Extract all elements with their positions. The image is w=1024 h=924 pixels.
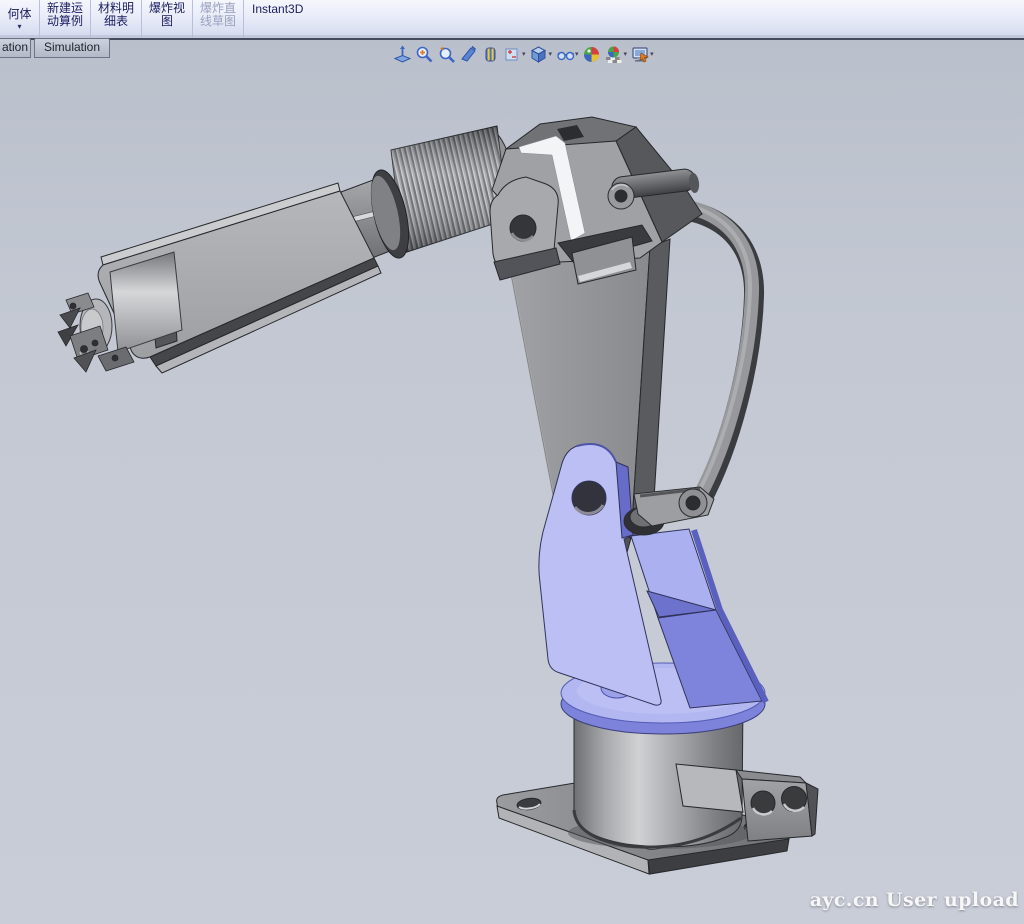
tab-label: ation [2, 40, 28, 54]
apply-scene-button[interactable] [603, 43, 625, 65]
previous-view-button[interactable] [435, 43, 457, 65]
robot-forearm[interactable] [80, 183, 381, 373]
command-button-instant3d[interactable]: Instant3D [244, 0, 326, 38]
display-style-icon [529, 45, 548, 64]
zoom-to-area-button[interactable] [413, 43, 435, 65]
display-style-button[interactable] [528, 43, 550, 65]
robot-connecting-link[interactable] [624, 487, 714, 535]
hook-eye [608, 183, 634, 209]
view-orientation-icon [503, 45, 522, 64]
previous-view-icon [437, 45, 456, 64]
hide-show-items-icon [556, 45, 575, 64]
robot-elbow-bracket[interactable] [490, 177, 560, 280]
tab-animation-clipped[interactable]: ation [0, 38, 31, 58]
commandmanager-tab-row: ation Simulation [0, 38, 113, 58]
zoom-to-fit-icon [393, 45, 412, 64]
command-button-geometry[interactable]: 何体 ▾ [0, 0, 40, 38]
command-button-label: 线草图 [200, 15, 236, 28]
section-view-icon [459, 45, 478, 64]
apply-scene-icon [604, 45, 623, 64]
command-button-bill-of-materials[interactable]: 材料明 细表 [91, 0, 142, 38]
chevron-down-icon[interactable]: ▾ [549, 50, 553, 58]
command-button-label: 动算例 [47, 15, 83, 28]
3d-drawing-view-button[interactable] [479, 43, 501, 65]
chevron-down-icon[interactable]: ▾ [624, 50, 628, 58]
zoom-to-area-icon [415, 45, 434, 64]
viewport-3d[interactable] [0, 0, 1024, 924]
tab-simulation[interactable]: Simulation [34, 38, 110, 58]
command-button-label: 图 [161, 15, 173, 28]
command-button-new-motion-study[interactable]: 新建运 动算例 [40, 0, 91, 38]
command-button-label: 何体 [7, 8, 31, 21]
chevron-down-icon[interactable]: ▾ [575, 50, 579, 58]
3d-drawing-view-icon [481, 45, 500, 64]
headsup-view-toolbar: ▾ ▾ ▾ [391, 43, 656, 65]
zoom-to-fit-button[interactable] [391, 43, 413, 65]
command-button-label: Instant3D [252, 3, 303, 16]
command-bar: 何体 ▾ 新建运 动算例 材料明 细表 爆炸视 图 爆炸直 线草图 Instan… [0, 0, 1024, 40]
chevron-down-icon[interactable]: ▾ [650, 50, 654, 58]
view-settings-button[interactable] [629, 43, 651, 65]
section-view-button[interactable] [457, 43, 479, 65]
tab-label: Simulation [44, 40, 100, 54]
chevron-down-icon[interactable]: ▾ [17, 22, 21, 31]
edit-appearance-button[interactable] [581, 43, 603, 65]
edit-appearance-icon [582, 45, 601, 64]
command-button-explode-line-sketch: 爆炸直 线草图 [193, 0, 244, 38]
view-settings-icon [631, 45, 650, 64]
command-button-exploded-view[interactable]: 爆炸视 图 [142, 0, 193, 38]
application-window: 何体 ▾ 新建运 动算例 材料明 细表 爆炸视 图 爆炸直 线草图 Instan… [0, 0, 1024, 924]
hide-show-items-button[interactable] [554, 43, 576, 65]
watermark-text: ayc.cn User upload [810, 889, 1019, 911]
command-button-label: 细表 [104, 15, 128, 28]
chevron-down-icon[interactable]: ▾ [522, 50, 526, 58]
view-orientation-button[interactable] [501, 43, 523, 65]
